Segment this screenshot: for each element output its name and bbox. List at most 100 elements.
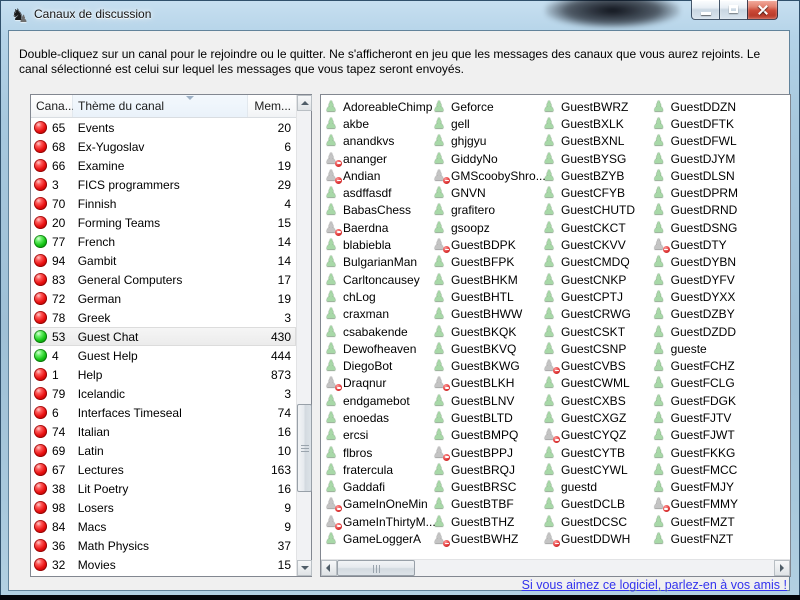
user-item[interactable]: ♟GNVN xyxy=(431,184,541,201)
user-item[interactable]: ♟GuestDPRM xyxy=(651,184,789,201)
title-bar[interactable]: ♞♟ Canaux de discussion xyxy=(0,0,800,30)
channel-row[interactable]: 79Icelandic3 xyxy=(31,384,296,403)
user-item[interactable]: ♟GuestFMCC xyxy=(651,461,789,478)
user-item[interactable]: ♟GuestDZBY xyxy=(651,306,789,323)
user-item[interactable]: ♟GuestCRWG xyxy=(541,306,651,323)
user-item[interactable]: ♟GuestFMMY xyxy=(651,496,789,513)
channel-row[interactable]: 84Macs9 xyxy=(31,517,296,536)
user-item[interactable]: ♟GameInThirtyM... xyxy=(323,513,431,530)
channel-row[interactable]: 66Examine19 xyxy=(31,156,296,175)
user-item[interactable]: ♟csabakende xyxy=(323,323,431,340)
user-item[interactable]: ♟chLog xyxy=(323,288,431,305)
user-item[interactable]: ♟guestd xyxy=(541,479,651,496)
user-item[interactable]: ♟fratercula xyxy=(323,461,431,478)
user-item[interactable]: ♟GuestCYTB xyxy=(541,444,651,461)
user-item[interactable]: ♟ercsi xyxy=(323,427,431,444)
user-item[interactable]: ♟GuestBKVQ xyxy=(431,340,541,357)
channel-row[interactable]: 98Losers9 xyxy=(31,498,296,517)
user-item[interactable]: ♟enoedas xyxy=(323,409,431,426)
user-item[interactable]: ♟Carltoncausey xyxy=(323,271,431,288)
user-item[interactable]: ♟GuestCVBS xyxy=(541,357,651,374)
column-header-channel[interactable]: Cana... xyxy=(31,95,73,117)
user-item[interactable]: ♟GuestDFTK xyxy=(651,115,789,132)
user-item[interactable]: ♟GuestCWML xyxy=(541,375,651,392)
user-item[interactable]: ♟GuestBLKH xyxy=(431,375,541,392)
user-item[interactable]: ♟GuestDTY xyxy=(651,236,789,253)
column-header-theme[interactable]: Thème du canal xyxy=(73,95,248,117)
channel-row[interactable]: 83General Computers17 xyxy=(31,270,296,289)
user-item[interactable]: ♟GuestFNZT xyxy=(651,530,789,547)
user-item[interactable]: ♟GuestCFYB xyxy=(541,184,651,201)
user-item[interactable]: ♟GuestDYBN xyxy=(651,254,789,271)
user-item[interactable]: ♟blabiebla xyxy=(323,236,431,253)
user-item[interactable]: ♟GuestBFPK xyxy=(431,254,541,271)
user-item[interactable]: ♟Gaddafi xyxy=(323,479,431,496)
user-item[interactable]: ♟GameInOneMin xyxy=(323,496,431,513)
user-item[interactable]: ♟GuestDYFV xyxy=(651,271,789,288)
channel-row[interactable]: 38Lit Poetry16 xyxy=(31,479,296,498)
minimize-button[interactable] xyxy=(691,0,720,20)
user-item[interactable]: ♟GuestCKCT xyxy=(541,219,651,236)
user-item[interactable]: ♟GuestCYWL xyxy=(541,461,651,478)
users-horizontal-scrollbar[interactable] xyxy=(321,559,790,576)
channel-row[interactable]: 70Finnish4 xyxy=(31,194,296,213)
channel-row[interactable]: 78Greek3 xyxy=(31,308,296,327)
channel-row[interactable]: 36Math Physics37 xyxy=(31,536,296,555)
user-item[interactable]: ♟grafitero xyxy=(431,202,541,219)
user-item[interactable]: ♟GuestDYXX xyxy=(651,288,789,305)
user-item[interactable]: ♟GuestBPPJ xyxy=(431,444,541,461)
user-item[interactable]: ♟GuestBDPK xyxy=(431,236,541,253)
user-item[interactable]: ♟GuestBHTL xyxy=(431,288,541,305)
user-item[interactable]: ♟GuestBTBF xyxy=(431,496,541,513)
user-item[interactable]: ♟GuestCKVV xyxy=(541,236,651,253)
user-item[interactable]: ♟GuestDLSN xyxy=(651,167,789,184)
user-item[interactable]: ♟GuestBYSG xyxy=(541,150,651,167)
user-item[interactable]: ♟GiddyNo xyxy=(431,150,541,167)
user-item[interactable]: ♟GuestDDZN xyxy=(651,98,789,115)
scroll-down-button[interactable] xyxy=(297,560,312,576)
user-item[interactable]: ♟GuestFMZT xyxy=(651,513,789,530)
user-item[interactable]: ♟GuestBLNV xyxy=(431,392,541,409)
user-item[interactable]: ♟GuestBRQJ xyxy=(431,461,541,478)
user-item[interactable]: ♟GuestBXLK xyxy=(541,115,651,132)
user-item[interactable]: ♟GuestBHKM xyxy=(431,271,541,288)
user-item[interactable]: ♟asdffasdf xyxy=(323,184,431,201)
scroll-right-button[interactable] xyxy=(774,560,790,576)
user-item[interactable]: ♟GuestBWRZ xyxy=(541,98,651,115)
user-item[interactable]: ♟GuestCHUTD xyxy=(541,202,651,219)
channel-row[interactable]: 20Forming Teams15 xyxy=(31,213,296,232)
user-item[interactable]: ♟GuestFCLG xyxy=(651,375,789,392)
user-item[interactable]: ♟GuestBZYB xyxy=(541,167,651,184)
vertical-scroll-thumb[interactable] xyxy=(297,404,312,492)
user-item[interactable]: ♟gell xyxy=(431,115,541,132)
channel-row[interactable]: 68Ex-Yugoslav6 xyxy=(31,137,296,156)
user-item[interactable]: ♟GuestDJYM xyxy=(651,150,789,167)
channel-row[interactable]: 4Guest Help444 xyxy=(31,346,296,365)
user-item[interactable]: ♟GuestFKKG xyxy=(651,444,789,461)
user-item[interactable]: ♟GuestFDGK xyxy=(651,392,789,409)
user-item[interactable]: ♟GMScoobyShro... xyxy=(431,167,541,184)
channel-row[interactable]: 72German19 xyxy=(31,289,296,308)
user-item[interactable]: ♟flbros xyxy=(323,444,431,461)
user-item[interactable]: ♟GuestBXNL xyxy=(541,133,651,150)
user-item[interactable]: ♟BabasChess xyxy=(323,202,431,219)
share-software-link[interactable]: Si vous aimez ce logiciel, parlez-en à v… xyxy=(522,578,787,592)
user-item[interactable]: ♟GuestBHWW xyxy=(431,306,541,323)
user-item[interactable]: ♟GuestBKWG xyxy=(431,357,541,374)
user-item[interactable]: ♟GuestCNKP xyxy=(541,271,651,288)
user-item[interactable]: ♟GameLoggerA xyxy=(323,530,431,547)
user-item[interactable]: ♟GuestCXBS xyxy=(541,392,651,409)
channel-row[interactable]: 65Events20 xyxy=(31,118,296,137)
channel-row[interactable]: 74Italian16 xyxy=(31,422,296,441)
channel-row[interactable]: 32Movies15 xyxy=(31,555,296,574)
user-item[interactable]: ♟GuestBLTD xyxy=(431,409,541,426)
user-item[interactable]: ♟Draqnur xyxy=(323,375,431,392)
channel-row[interactable]: 1Help873 xyxy=(31,365,296,384)
user-item[interactable]: ♟GuestCYQZ xyxy=(541,427,651,444)
user-item[interactable]: ♟ananger xyxy=(323,150,431,167)
user-item[interactable]: ♟GuestBTHZ xyxy=(431,513,541,530)
user-item[interactable]: ♟GuestCSKT xyxy=(541,323,651,340)
user-item[interactable]: ♟GuestBKQK xyxy=(431,323,541,340)
user-item[interactable]: ♟ghjgyu xyxy=(431,133,541,150)
user-item[interactable]: ♟Geforce xyxy=(431,98,541,115)
